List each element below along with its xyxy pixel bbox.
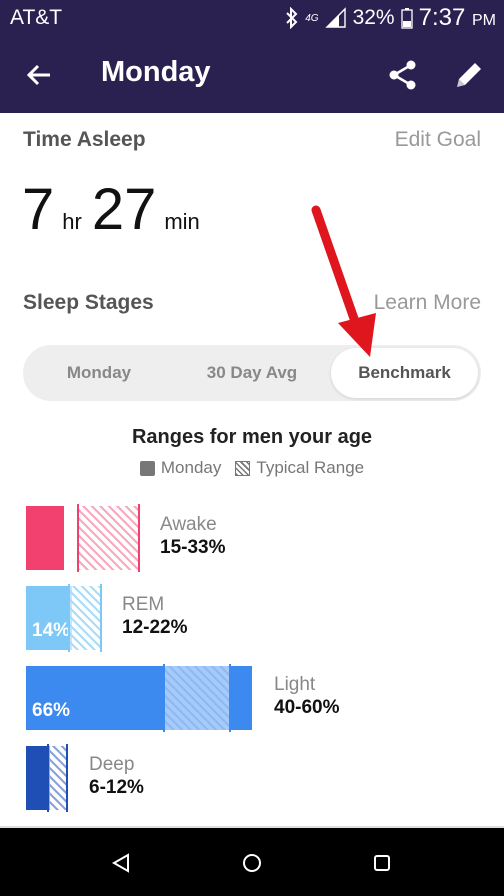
stage-label-light: Light 40-60% [274,674,340,719]
tab-monday[interactable]: Monday [23,345,175,401]
stage-row-rem: 14% REM 12-22% [26,584,326,652]
edit-pencil-icon [457,63,481,87]
status-bar: AT&T 4G 32% 7:37 PM [0,0,504,36]
app-bar: Monday [0,36,504,113]
share-icon [389,60,416,90]
legend-swatch-solid [139,460,155,476]
range-end-marker-awake [138,504,140,572]
range-end-marker-light [229,664,231,732]
share-button[interactable] [386,58,420,92]
system-back-button[interactable] [104,846,138,880]
hours-value: 7 [22,177,55,242]
battery-percent: 32% [352,6,395,29]
stage-name-deep: Deep [89,754,135,775]
system-recents-button[interactable] [365,846,399,880]
carrier-label: AT&T [10,6,63,29]
page-title: Monday [101,56,211,88]
stage-row-awake: Awake 15-33% [26,504,326,572]
range-end-marker-deep [66,744,68,812]
network-badge: 4G [305,12,319,24]
stage-label-rem: REM 12-22% [122,594,188,639]
minutes-value: 27 [91,177,157,242]
stage-range-text-deep: 6-12% [89,777,144,798]
edit-button[interactable] [452,58,486,92]
time-asleep-header: Time Asleep Edit Goal [23,128,481,152]
time-asleep-heading: Time Asleep [23,128,146,151]
stage-row-deep: Deep 6-12% [26,744,326,812]
legend-label-hatched: Typical Range [256,458,365,477]
stage-name-light: Light [274,674,316,695]
signal-icon [324,7,346,28]
hours-unit: hr [62,209,82,234]
stage-label-deep: Deep 6-12% [89,754,144,799]
legend-label-solid: Monday [160,458,222,477]
stage-range-light [164,666,230,730]
range-start-marker-light [163,664,165,732]
legend-swatch-hatched [235,460,251,476]
legend-item-solid: Monday [139,458,222,478]
stage-label-awake: Awake 15-33% [160,514,226,559]
battery-icon [400,8,413,29]
sleep-duration: 7 hr 27 min [22,176,210,243]
stage-value-light: 66% [32,700,71,721]
edit-goal-link[interactable]: Edit Goal [395,128,481,152]
system-home-button[interactable] [235,846,269,880]
annotation-arrow [311,205,376,357]
stage-bar-rem: 14% [26,586,72,650]
range-start-marker-deep [47,744,49,812]
back-triangle-icon [111,853,129,873]
recents-square-icon [374,855,390,871]
chart-legend: Monday Typical Range [0,458,504,478]
clock: 7:37 PM [419,4,496,32]
minutes-unit: min [164,209,200,234]
back-button[interactable] [22,58,56,92]
bluetooth-icon [286,7,298,29]
ranges-title: Ranges for men your age [131,426,373,448]
range-start-marker-awake [77,504,79,572]
stage-bar-awake [26,506,64,570]
stage-value-rem: 14% [32,620,71,641]
legend-item-hatched: Typical Range [235,458,364,478]
clock-time: 7:37 [418,4,466,31]
stages-tab-control: Monday 30 Day Avg Benchmark [23,345,481,401]
sleep-stages-header: Sleep Stages Learn More [23,291,481,315]
clock-suffix: PM [472,12,496,29]
sleep-stages-heading: Sleep Stages [23,291,154,314]
range-end-marker-rem [100,584,102,652]
range-start-marker-rem [68,584,70,652]
status-icons: 4G 32% 7:37 PM [285,4,496,32]
stage-range-text-light: 40-60% [274,697,340,718]
stage-range-awake [78,506,138,570]
stage-name-rem: REM [122,594,165,615]
stage-range-deep [48,746,68,810]
stage-range-rem [68,586,102,650]
back-arrow-icon [26,64,50,86]
home-circle-icon [243,854,261,872]
system-nav-bar [0,828,504,896]
stage-name-awake: Awake [160,514,217,535]
stage-range-text-awake: 15-33% [160,537,226,558]
stage-row-light: 66% Light 40-60% [26,664,466,732]
stage-range-text-rem: 12-22% [122,617,188,638]
